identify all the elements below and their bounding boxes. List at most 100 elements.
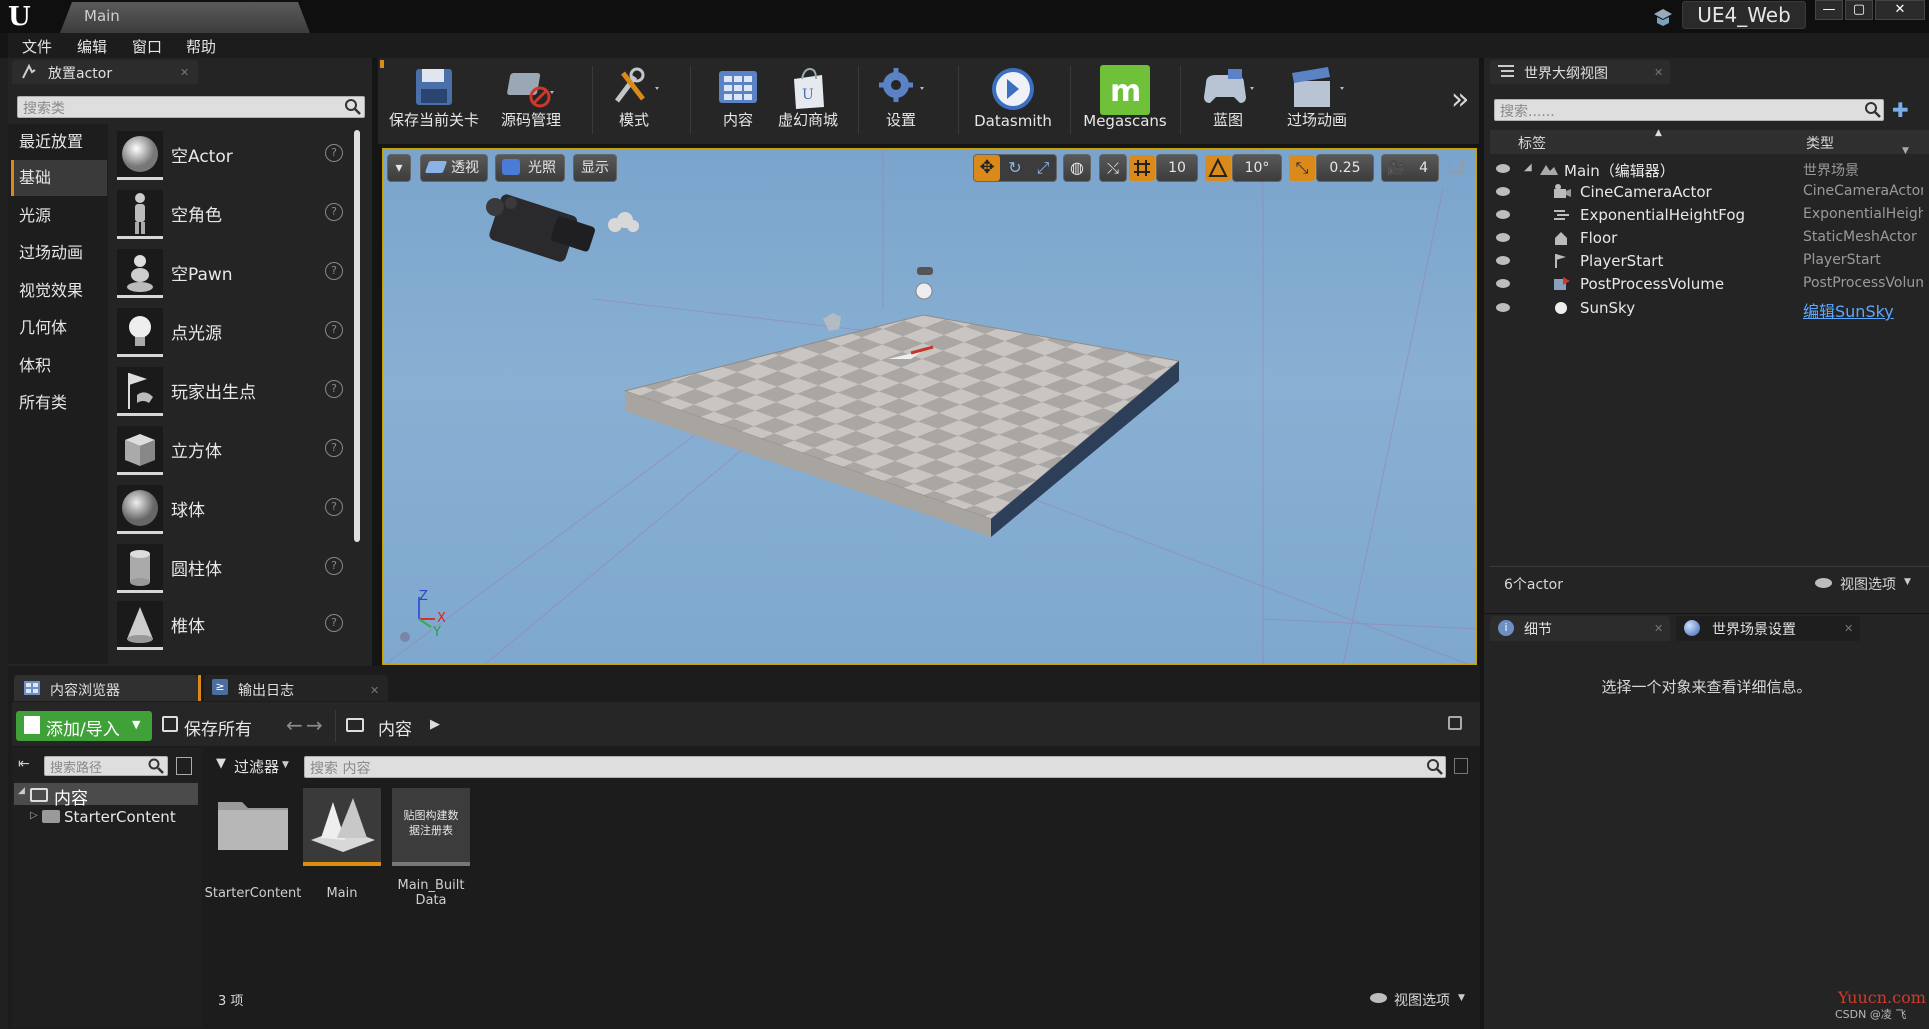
level-viewport[interactable]: Z X Y ▾ 透视 光照 显示 ✥ ↻ ⤢ ◍ ⤯ 10 10° ⤡ 0.25…: [382, 148, 1477, 665]
grid-snap-toggle-icon[interactable]: [1129, 155, 1155, 181]
save-all-button[interactable]: 保存所有: [184, 715, 252, 740]
outliner-row[interactable]: PlayerStart PlayerStart: [1490, 250, 1929, 273]
breadcrumb-arrow-icon[interactable]: ▶: [430, 717, 440, 732]
rotation-snap-toggle-icon[interactable]: [1205, 155, 1231, 181]
menu-file[interactable]: 文件: [22, 36, 52, 57]
visibility-eye-icon[interactable]: [1496, 210, 1510, 219]
actor-item-cone[interactable]: 椎体 ?: [109, 596, 351, 652]
add-filter-icon[interactable]: ✚: [1892, 98, 1916, 122]
rotate-tool-icon[interactable]: ↻: [1002, 155, 1028, 181]
content-view-options-button[interactable]: 视图选项: [1394, 990, 1450, 1010]
details-tab[interactable]: [1490, 616, 1670, 641]
help-icon[interactable]: ?: [325, 321, 343, 339]
category-cinematic[interactable]: 过场动画: [11, 235, 107, 271]
expand-arrow-icon[interactable]: ◢: [18, 786, 25, 796]
column-type-header[interactable]: 类型: [1806, 133, 1834, 153]
visibility-eye-icon[interactable]: [1496, 256, 1510, 265]
actor-item-empty-character[interactable]: 空角色 ?: [109, 185, 351, 241]
datasmith-button[interactable]: Datasmith: [966, 62, 1060, 132]
menu-edit[interactable]: 编辑: [77, 36, 107, 57]
show-button[interactable]: 显示: [573, 154, 617, 182]
help-icon[interactable]: ?: [325, 380, 343, 398]
close-tab-icon[interactable]: ✕: [370, 684, 379, 697]
scale-tool-icon[interactable]: ⤢: [1030, 155, 1056, 181]
world-local-toggle-globe-icon[interactable]: ◍: [1063, 154, 1091, 182]
help-icon[interactable]: ?: [325, 439, 343, 457]
outliner-root-row[interactable]: ◢ Main（编辑器） 世界场景: [1490, 158, 1929, 181]
category-lights[interactable]: 光源: [11, 198, 107, 234]
grid-snap-value[interactable]: 10: [1156, 154, 1198, 182]
column-label-header[interactable]: 标签: [1518, 133, 1546, 153]
edit-sunsky-link[interactable]: 编辑SunSky: [1803, 298, 1923, 322]
output-log-tab[interactable]: [204, 675, 388, 701]
category-recent[interactable]: 最近放置: [11, 124, 107, 160]
outliner-row[interactable]: ExponentialHeightFog ExponentialHeightFo…: [1490, 204, 1929, 227]
forward-arrow-icon[interactable]: →: [306, 713, 323, 737]
help-icon[interactable]: ?: [325, 262, 343, 280]
save-current-level-button[interactable]: 保存当前关卡: [386, 62, 482, 132]
actor-item-empty-actor[interactable]: 空Actor ?: [109, 126, 351, 182]
outliner-row[interactable]: PostProcessVolume PostProcessVolume: [1490, 273, 1929, 296]
visibility-eye-icon[interactable]: [1496, 233, 1510, 242]
marketplace-button[interactable]: U 虚幻商城: [770, 62, 846, 132]
asset-folder-starter-content[interactable]: [214, 788, 292, 868]
close-tab-icon[interactable]: ✕: [1844, 622, 1853, 635]
settings-button[interactable]: 设置: [866, 62, 936, 132]
content-button[interactable]: 内容: [700, 62, 776, 132]
translate-tool-icon[interactable]: ✥: [974, 155, 1000, 181]
actor-item-sphere[interactable]: 球体 ?: [109, 480, 351, 536]
filters-button[interactable]: 过滤器: [234, 756, 279, 777]
menu-help[interactable]: 帮助: [186, 36, 216, 57]
maximize-viewport-icon[interactable]: [1449, 159, 1463, 173]
menu-window[interactable]: 窗口: [132, 36, 162, 57]
megascans-button[interactable]: m Megascans: [1078, 62, 1172, 132]
scale-snap-value[interactable]: 0.25: [1316, 154, 1374, 182]
path-breadcrumb-root[interactable]: 内容: [378, 715, 412, 740]
outliner-row[interactable]: SunSky 编辑SunSky: [1490, 297, 1929, 322]
blueprints-button[interactable]: 蓝图: [1188, 62, 1268, 132]
minimize-button[interactable]: —: [1815, 0, 1843, 20]
actor-item-cylinder[interactable]: 圆柱体 ?: [109, 539, 351, 595]
outliner-row[interactable]: Floor StaticMeshActor: [1490, 227, 1929, 250]
category-all-classes[interactable]: 所有类: [11, 385, 107, 421]
actor-list-scrollbar[interactable]: [354, 130, 360, 542]
source-control-button[interactable]: 源码管理: [488, 62, 574, 132]
category-visual-effects[interactable]: 视觉效果: [11, 273, 107, 309]
column-dropdown-icon[interactable]: ▼: [1902, 146, 1909, 156]
viewport-options-chevron-icon[interactable]: ▾: [387, 154, 411, 182]
help-icon[interactable]: ?: [325, 203, 343, 221]
collapse-arrow-icon[interactable]: ◢: [1524, 162, 1532, 173]
close-tab-icon[interactable]: ✕: [1654, 66, 1663, 79]
close-tab-icon[interactable]: ✕: [180, 66, 189, 79]
help-icon[interactable]: ?: [325, 144, 343, 162]
view-list-icon[interactable]: [176, 757, 192, 775]
collapse-sources-icon[interactable]: ⇤: [18, 756, 38, 774]
surface-snap-icon[interactable]: ⤯: [1099, 154, 1127, 182]
visibility-eye-icon[interactable]: [1496, 164, 1510, 173]
rotation-snap-value[interactable]: 10°: [1232, 154, 1282, 182]
close-button[interactable]: ✕: [1875, 0, 1925, 20]
scale-snap-toggle-icon[interactable]: ⤡: [1289, 155, 1315, 181]
outliner-row[interactable]: CineCameraActor CineCameraActor: [1490, 181, 1929, 204]
category-volumes[interactable]: 体积: [11, 348, 107, 384]
modes-button[interactable]: 模式: [596, 62, 672, 132]
category-basic[interactable]: 基础: [11, 160, 107, 196]
actor-item-player-start[interactable]: 玩家出生点 ?: [109, 362, 351, 418]
actor-search-input[interactable]: [17, 96, 365, 118]
search-content-input[interactable]: [304, 756, 1446, 778]
asset-level-main[interactable]: [303, 788, 381, 866]
visibility-eye-icon[interactable]: [1496, 187, 1510, 196]
help-icon[interactable]: ?: [325, 498, 343, 516]
visibility-eye-icon[interactable]: [1496, 279, 1510, 288]
help-icon[interactable]: ?: [325, 557, 343, 575]
help-icon[interactable]: ?: [325, 614, 343, 632]
asset-map-build-data[interactable]: 贴图构建数 据注册表: [392, 788, 470, 866]
tree-item-starter-content[interactable]: StarterContent: [64, 808, 176, 826]
category-geometry[interactable]: 几何体: [11, 310, 107, 346]
visibility-eye-icon[interactable]: [1496, 303, 1510, 312]
actor-item-point-light[interactable]: 点光源 ?: [109, 303, 351, 359]
actor-item-cube[interactable]: 立方体 ?: [109, 421, 351, 477]
close-tab-icon[interactable]: ✕: [1654, 622, 1663, 635]
maximize-button[interactable]: ▢: [1845, 0, 1873, 20]
collapsed-arrow-icon[interactable]: ▷: [30, 810, 38, 821]
